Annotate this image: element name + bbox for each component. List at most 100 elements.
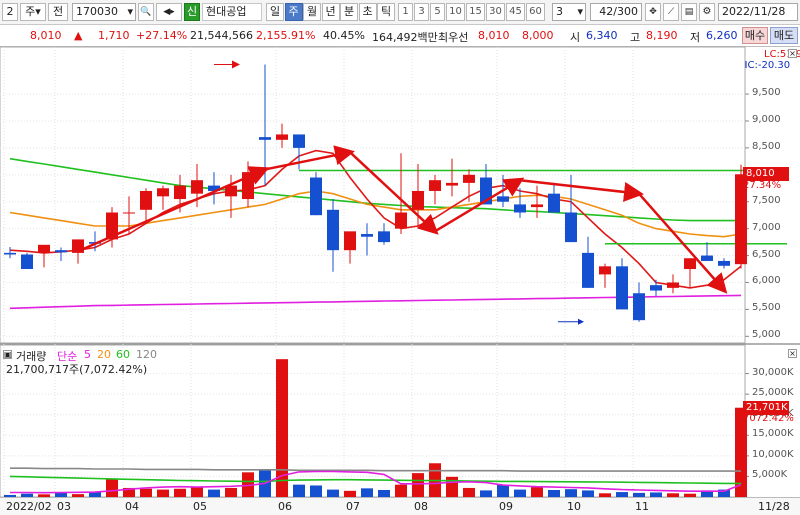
sound-button[interactable]: ◀▸ bbox=[156, 3, 182, 21]
speaker-icon: ◀▸ bbox=[163, 7, 175, 17]
high-price: 8,190 bbox=[646, 29, 678, 42]
volume-bar bbox=[208, 489, 220, 497]
ma52-line bbox=[9, 157, 741, 222]
candle-body bbox=[225, 185, 237, 197]
price-volume-chart[interactable] bbox=[0, 0, 800, 515]
trendline-icon: ⟋ bbox=[667, 7, 675, 17]
stock-code-value: 170030 bbox=[76, 5, 118, 18]
period-tab-3[interactable]: 년 bbox=[321, 3, 340, 21]
candle-body bbox=[429, 180, 441, 191]
low-annotation: 최저 5,270 (10/11) bbox=[456, 319, 556, 332]
volume-bar bbox=[497, 484, 509, 497]
volume-bar bbox=[701, 490, 713, 497]
save-button[interactable]: ▤ bbox=[681, 3, 697, 21]
interval-button-10[interactable]: 10 bbox=[446, 3, 465, 21]
volume-tick-label: 25,000K bbox=[752, 387, 794, 399]
market-mode-button[interactable]: 전 bbox=[48, 3, 68, 21]
volume-bar bbox=[429, 463, 441, 497]
data-count-field[interactable]: 42/300 bbox=[590, 3, 642, 21]
sell-button[interactable]: 매도 bbox=[770, 27, 798, 44]
best-ask: 8,010 bbox=[478, 29, 510, 42]
trend-arrow bbox=[434, 177, 525, 233]
line-tool-button[interactable]: ⟋ bbox=[663, 3, 679, 21]
volume-menu-icon[interactable]: ▣ bbox=[3, 350, 12, 359]
candle-body bbox=[55, 250, 67, 253]
volume-bar bbox=[225, 487, 237, 497]
candle-body bbox=[242, 172, 254, 200]
volume-tick-label: 5,000K bbox=[752, 469, 788, 481]
period-tab-1[interactable]: 주 bbox=[284, 3, 303, 21]
candle-body bbox=[72, 239, 84, 253]
code-dropdown-icon[interactable]: ▾ bbox=[127, 4, 133, 20]
candle-body bbox=[446, 182, 458, 186]
interval-button-30[interactable]: 30 bbox=[486, 3, 505, 21]
trade-amount: 164,492백만 bbox=[372, 31, 438, 44]
candle-body bbox=[191, 180, 203, 194]
period-tab-2[interactable]: 월 bbox=[303, 3, 321, 21]
x-tick-label: 06 bbox=[278, 500, 292, 513]
price-panel-close-icon[interactable]: × bbox=[788, 49, 797, 58]
volume-bar bbox=[123, 487, 135, 497]
period-tab-6[interactable]: 틱 bbox=[377, 3, 395, 21]
interval-select[interactable]: 3 ▾ bbox=[552, 3, 586, 21]
interval-button-3[interactable]: 3 bbox=[414, 3, 429, 21]
price-tick-label: 7,000 bbox=[752, 221, 781, 233]
candle-body bbox=[565, 212, 577, 243]
panel-menu-icon[interactable]: ▣ bbox=[3, 52, 12, 61]
candle-body bbox=[701, 255, 713, 261]
price-change: 1,710 bbox=[98, 29, 130, 42]
candle-body bbox=[497, 196, 509, 202]
chevron-down-icon: ▾ bbox=[35, 5, 41, 18]
candle-body bbox=[395, 212, 407, 229]
volume-bar bbox=[412, 473, 424, 497]
buy-button[interactable]: 매수 bbox=[742, 27, 768, 44]
candle-body bbox=[208, 185, 220, 191]
ma5-line bbox=[9, 149, 742, 289]
period-tab-4[interactable]: 분 bbox=[340, 3, 358, 21]
price-tick-label: 6,000 bbox=[752, 275, 781, 287]
stock-code-input[interactable]: 170030 ▾ bbox=[72, 3, 136, 21]
settings-button[interactable]: ⚙ bbox=[699, 3, 715, 21]
vol-ma60-label: 60 bbox=[116, 348, 130, 361]
x-tick-label: 05 bbox=[193, 500, 207, 513]
change-rate: +27.14% bbox=[136, 29, 188, 42]
candle-body bbox=[259, 137, 271, 140]
chart-kind-dropdown[interactable]: 주▾ bbox=[20, 3, 46, 21]
volume-panel-close-icon[interactable]: × bbox=[788, 349, 797, 358]
volume-bar bbox=[480, 490, 492, 497]
period-tab-5[interactable]: 초 bbox=[358, 3, 377, 21]
zoom-button[interactable]: ✥ bbox=[645, 3, 661, 21]
date-input[interactable]: 2022/11/28 bbox=[718, 3, 798, 21]
price-tick-label: 9,500 bbox=[752, 87, 781, 99]
x-tick-label: 08 bbox=[414, 500, 428, 513]
candle-body bbox=[650, 285, 662, 291]
volume-tick-label: 10,000K bbox=[752, 448, 794, 460]
interval-button-60[interactable]: 60 bbox=[526, 3, 545, 21]
current-price-tag: 8,010 bbox=[743, 167, 789, 181]
volume-tick-label: 15,000K bbox=[752, 428, 794, 440]
quote-bar: 8,010 ▲ 1,710 +27.14% 21,544,566 2,155.9… bbox=[0, 25, 800, 47]
current-volume-rate: 7072.42% bbox=[743, 413, 794, 424]
x-tick-label: 07 bbox=[346, 500, 360, 513]
volume-bar bbox=[242, 472, 254, 497]
turnover-rate: 40.45% bbox=[323, 29, 365, 42]
interval-button-1[interactable]: 1 bbox=[398, 3, 413, 21]
volume-bar bbox=[259, 469, 271, 497]
vol-ma5-label: 5 bbox=[84, 348, 91, 361]
trend-arrow bbox=[519, 178, 644, 202]
x-axis-bar bbox=[0, 497, 800, 515]
screen-number-box[interactable]: 2 bbox=[2, 3, 18, 21]
price-panel-frame bbox=[0, 46, 746, 344]
interval-button-15[interactable]: 15 bbox=[466, 3, 485, 21]
period-tab-0[interactable]: 일 bbox=[266, 3, 284, 21]
volume-bar bbox=[327, 489, 339, 497]
interval-button-45[interactable]: 45 bbox=[506, 3, 525, 21]
candle-body bbox=[21, 254, 33, 270]
volume-bar bbox=[463, 487, 475, 497]
interval-button-5[interactable]: 5 bbox=[430, 3, 445, 21]
vol-ma120-label: 120 bbox=[136, 348, 157, 361]
search-button[interactable]: 🔍 bbox=[138, 3, 154, 21]
search-icon: 🔍 bbox=[140, 7, 152, 17]
candle-body bbox=[310, 177, 322, 216]
x-tick-label: 04 bbox=[125, 500, 139, 513]
